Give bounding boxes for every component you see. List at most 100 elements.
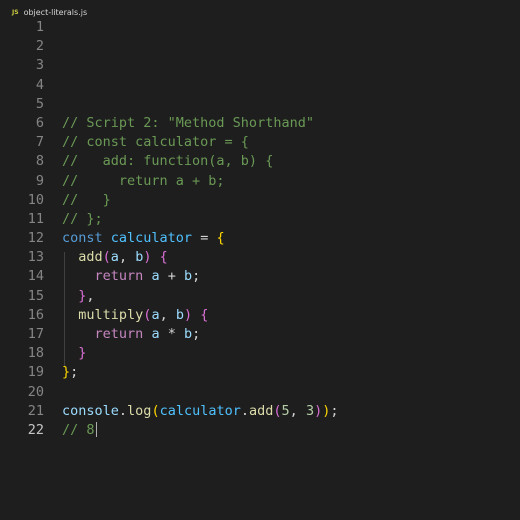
- code-token: ): [314, 402, 323, 419]
- code-text: },: [62, 287, 95, 306]
- line-number: 13: [27, 249, 44, 266]
- code-token: // };: [62, 210, 103, 227]
- code-token: add: [249, 402, 274, 419]
- code-token: a: [151, 306, 160, 323]
- code-text: console.log(calculator.add(5, 3));: [62, 402, 339, 421]
- code-token: {: [200, 306, 209, 323]
- line-number: 20: [27, 383, 44, 400]
- code-token: b: [183, 326, 193, 342]
- code-token: ;: [330, 402, 339, 419]
- text-cursor: [95, 421, 98, 437]
- line-number: 22: [27, 421, 44, 438]
- code-token: // Script 2: "Method Shorthand": [62, 114, 314, 131]
- code-text: return a + b;: [62, 267, 201, 286]
- code-line[interactable]: 9 // return a + b;: [0, 172, 520, 191]
- line-number: 19: [27, 364, 44, 381]
- code-token: ,: [86, 287, 95, 304]
- line-number: 1: [35, 19, 44, 35]
- code-token: (: [273, 402, 282, 419]
- line-number: 10: [27, 191, 44, 208]
- code-text: const calculator = {: [62, 229, 225, 248]
- code-text: };: [62, 363, 78, 382]
- code-line[interactable]: 22 // 8: [0, 421, 520, 440]
- code-line[interactable]: 8 // add: function(a, b) {: [0, 152, 520, 171]
- code-token: 3: [305, 402, 315, 419]
- code-text: // };: [62, 210, 103, 229]
- tab-label: object-literals.js: [23, 7, 88, 17]
- code-line[interactable]: 7 // const calculator = {: [0, 133, 520, 152]
- code-line[interactable]: 18 }: [0, 344, 520, 363]
- code-token: ,: [289, 402, 306, 419]
- code-line[interactable]: 10 // }: [0, 191, 520, 210]
- code-text: }: [62, 344, 86, 363]
- code-text: // Script 2: "Method Shorthand": [62, 114, 314, 133]
- code-token: (: [151, 402, 160, 419]
- code-line[interactable]: 13 add(a, b) {: [0, 248, 520, 267]
- code-token: 5: [281, 402, 290, 419]
- code-token: +: [159, 268, 184, 285]
- code-text: // const calculator = {: [62, 133, 249, 152]
- code-line[interactable]: 16 multiply(a, b) {: [0, 306, 520, 325]
- code-line[interactable]: 6 // Script 2: "Method Shorthand": [0, 114, 520, 133]
- code-line[interactable]: 2: [0, 37, 520, 56]
- line-number: 7: [35, 134, 44, 151]
- code-text: // 8: [62, 421, 98, 440]
- code-line[interactable]: 12 const calculator = {: [0, 229, 520, 248]
- code-token: =: [192, 230, 217, 247]
- code-token: a: [151, 268, 160, 285]
- code-token: b: [175, 306, 184, 323]
- code-token: multiply: [78, 306, 144, 323]
- code-token: const: [62, 230, 111, 247]
- line-number: 17: [27, 326, 44, 342]
- line-number: 21: [27, 402, 44, 419]
- code-line[interactable]: 4: [0, 76, 520, 95]
- code-text: // return a + b;: [62, 172, 225, 191]
- code-token: calculator: [110, 230, 193, 247]
- code-area[interactable]: 1 2 3 4 5 6// Script 2: "Method Shorthand" 7//…: [0, 18, 520, 440]
- code-line[interactable]: 17 return a * b;: [0, 325, 520, 344]
- code-line[interactable]: 1: [0, 18, 520, 37]
- code-token: // return a + b;: [62, 172, 225, 189]
- code-token: }: [62, 364, 71, 381]
- code-line[interactable]: 5: [0, 95, 520, 114]
- code-token: ,: [118, 249, 136, 266]
- line-number: 15: [27, 287, 44, 304]
- code-token: ;: [70, 364, 79, 381]
- code-token: ;: [192, 326, 201, 342]
- line-number: 2: [35, 38, 44, 55]
- code-token: log: [127, 402, 152, 419]
- code-token: a: [110, 249, 119, 266]
- code-line[interactable]: 11 // };: [0, 210, 520, 229]
- code-token: ): [183, 306, 193, 323]
- code-line[interactable]: 21 console.log(calculator.add(5, 3));: [0, 402, 520, 421]
- line-number: 18: [27, 345, 44, 362]
- line-number: 4: [35, 76, 44, 93]
- code-text: return a * b;: [62, 325, 201, 344]
- code-token: .: [118, 402, 128, 419]
- javascript-file-icon: JS: [12, 8, 19, 16]
- code-line[interactable]: 15 },: [0, 287, 520, 306]
- code-token: // const calculator = {: [62, 134, 249, 151]
- code-text: multiply(a, b) {: [62, 306, 208, 325]
- code-token: {: [159, 249, 168, 266]
- code-line[interactable]: 20: [0, 383, 520, 402]
- code-line[interactable]: 19};: [0, 363, 520, 382]
- code-line[interactable]: 14 return a + b;: [0, 267, 520, 286]
- line-number: 8: [35, 153, 44, 170]
- code-token: }: [78, 345, 87, 362]
- line-number: 16: [27, 306, 44, 323]
- code-token: .: [240, 402, 249, 419]
- code-token: console: [62, 402, 119, 419]
- code-editor[interactable]: JS object-literals.js 1 2 3 4 5 6// Script 2:…: [0, 0, 520, 520]
- code-token: add: [78, 249, 103, 266]
- code-line[interactable]: 3: [0, 56, 520, 75]
- line-number: 5: [35, 95, 44, 112]
- code-token: (: [102, 249, 111, 266]
